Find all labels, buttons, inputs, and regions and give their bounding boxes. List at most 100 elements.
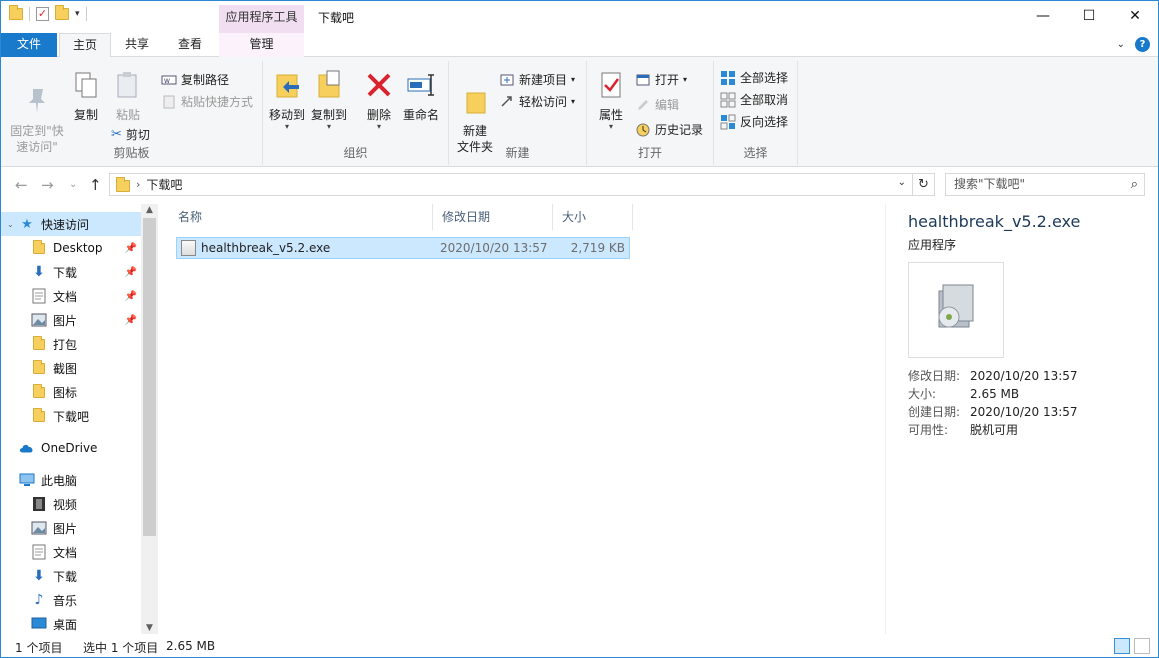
details-view-icon[interactable] (1114, 638, 1130, 654)
folder-icon (31, 335, 47, 352)
sidebar-item[interactable]: Desktop 📌 (1, 236, 141, 260)
cut-button[interactable]: ✂ 剪切 (111, 126, 150, 143)
copy-path-button[interactable]: W 复制路径 (161, 71, 229, 88)
sidebar-item[interactable]: 桌面 (1, 612, 141, 636)
forward-arrow-icon[interactable]: → (41, 176, 54, 194)
pin-icon[interactable]: 📌 (125, 291, 137, 302)
folder-icon[interactable] (9, 5, 23, 20)
sidebar-item[interactable]: 下载吧 (1, 404, 141, 428)
customize-dropdown-icon[interactable]: ▾ (75, 9, 80, 19)
chevron-down-icon[interactable]: ⌄ (1117, 39, 1125, 50)
paste-shortcut-label: 粘贴快捷方式 (181, 95, 254, 109)
close-button[interactable]: ✕ (1112, 1, 1158, 31)
search-input[interactable]: 搜索"下载吧" ⌕ (945, 173, 1145, 196)
cut-label: 剪切 (125, 128, 150, 142)
computer-icon (19, 472, 35, 488)
search-placeholder: 搜索"下载吧" (954, 177, 1026, 191)
scroll-thumb[interactable] (143, 218, 156, 536)
detail-size-value: 2.65 MB (970, 387, 1020, 401)
tab-share[interactable]: 共享 (113, 33, 161, 57)
sidebar-item[interactable]: 文档 📌 (1, 284, 141, 308)
up-arrow-icon[interactable]: ↑ (89, 176, 102, 194)
properties-button[interactable]: 属性 ▾ (591, 69, 631, 131)
delete-button[interactable]: 删除 ▾ (361, 69, 397, 131)
edit-button[interactable]: 编辑 (635, 96, 679, 113)
large-icons-view-icon[interactable] (1134, 638, 1150, 654)
new-folder-icon[interactable] (55, 5, 69, 20)
tab-home[interactable]: 主页 (59, 33, 111, 58)
ribbon: 固定到"快 速访问" 复制 粘贴 W 复制路径 粘贴快捷方式 ✂ 剪切 剪贴板 … (1, 57, 1158, 167)
copy-button[interactable]: 复制 (69, 69, 103, 123)
history-button[interactable]: 历史记录 (635, 121, 703, 138)
column-header-date[interactable]: 修改日期 (433, 204, 553, 230)
select-all-button[interactable]: 全部选择 (720, 69, 788, 86)
pin-icon[interactable]: 📌 (125, 267, 137, 278)
scroll-down-icon[interactable]: ▼ (141, 623, 158, 633)
properties-check-icon[interactable]: ✓ (36, 7, 49, 21)
column-header-name[interactable]: 名称 (169, 204, 433, 230)
sidebar-item[interactable]: ⬇ 下载 📌 (1, 260, 141, 284)
status-selected-size: 2.65 MB (166, 639, 216, 653)
detail-availability: 可用性: 脱机可用 (908, 421, 1018, 438)
download-arrow-icon: ⬇ (33, 568, 45, 584)
new-group: 新建 文件夹 新建项目 ▾ 轻松访问 ▾ 新建 (449, 61, 587, 165)
sidebar-item[interactable]: ›OneDrive (1, 436, 141, 460)
sidebar-item[interactable]: 视频 (1, 492, 141, 516)
maximize-button[interactable]: ☐ (1066, 1, 1112, 31)
chevron-down-icon: ▾ (571, 97, 576, 106)
select-none-icon (720, 92, 736, 107)
sidebar-item[interactable]: ⌄ ★ 快速访问 (1, 212, 141, 236)
detail-created: 创建日期: 2020/10/20 13:57 (908, 403, 1078, 420)
search-icon[interactable]: ⌕ (1131, 174, 1138, 195)
minimize-button[interactable]: — (1020, 1, 1066, 31)
organize-group: 移动到 ▾ 复制到 ▾ 删除 ▾ 重命名 组织 (263, 61, 449, 165)
open-button[interactable]: 打开 ▾ (635, 71, 687, 88)
new-folder-button[interactable]: 新建 文件夹 (453, 69, 497, 155)
sidebar-item[interactable]: 图标 (1, 380, 141, 404)
nav-scrollbar[interactable]: ▲ ▼ (141, 204, 158, 634)
tab-manage[interactable]: 管理 (219, 33, 304, 57)
chevron-down-icon: ▾ (683, 75, 688, 84)
separator (85, 7, 87, 21)
sidebar-item[interactable]: 截图 (1, 356, 141, 380)
column-header-size[interactable]: 大小 (553, 204, 633, 230)
new-item-button[interactable]: 新建项目 ▾ (499, 71, 575, 88)
address-bar[interactable]: › 下载吧 ⌄ (109, 173, 913, 196)
open-group: 属性 ▾ 打开 ▾ 编辑 历史记录 打开 (587, 61, 714, 165)
pin-quick-access-button[interactable]: 固定到"快 速访问" (7, 69, 67, 155)
context-tab-header: 应用程序工具 (219, 5, 304, 33)
sidebar-item[interactable]: 图片 (1, 516, 141, 540)
table-row[interactable]: healthbreak_v5.2.exe 2020/10/20 13:57 2,… (176, 237, 630, 259)
address-dropdown-icon[interactable]: ⌄ (898, 177, 906, 188)
breadcrumb-chevron-icon[interactable]: › (136, 178, 140, 191)
breadcrumb-current[interactable]: 下载吧 (146, 176, 182, 193)
sidebar-item[interactable]: ›此电脑 (1, 468, 141, 492)
chevron-down-icon[interactable]: ⌄ (7, 220, 19, 229)
tab-file[interactable]: 文件 (1, 33, 57, 57)
move-to-button[interactable]: 移动到 ▾ (267, 69, 307, 131)
recent-dropdown-icon[interactable]: ⌄ (69, 179, 77, 190)
sidebar-item[interactable]: ⬇ 下载 (1, 564, 141, 588)
paste-shortcut-button[interactable]: 粘贴快捷方式 (161, 93, 253, 110)
scroll-up-icon[interactable]: ▲ (141, 205, 158, 215)
tab-view[interactable]: 查看 (165, 33, 215, 57)
easy-access-label: 轻松访问 (519, 95, 568, 109)
desktop-icon (31, 616, 47, 632)
sidebar-item-label: 文档 (53, 545, 78, 560)
select-none-button[interactable]: 全部取消 (720, 91, 788, 108)
refresh-button[interactable]: ↻ (913, 173, 935, 196)
pin-icon[interactable]: 📌 (125, 243, 137, 254)
sidebar-item[interactable]: 图片 📌 (1, 308, 141, 332)
paste-button[interactable]: 粘贴 (109, 69, 147, 123)
sidebar-item[interactable]: 打包 (1, 332, 141, 356)
easy-access-button[interactable]: 轻松访问 ▾ (499, 93, 575, 110)
help-icon[interactable]: ? (1135, 37, 1150, 52)
sidebar-item[interactable]: 文档 (1, 540, 141, 564)
back-arrow-icon[interactable]: ← (15, 176, 28, 194)
rename-button[interactable]: 重命名 (399, 69, 443, 123)
pin-icon[interactable]: 📌 (125, 315, 137, 326)
copy-to-button[interactable]: 复制到 ▾ (309, 69, 349, 131)
address-row: ← → ⌄ ↑ › 下载吧 ⌄ ↻ 搜索"下载吧" ⌕ (1, 168, 1158, 200)
sidebar-item[interactable]: ♪ 音乐 (1, 588, 141, 612)
invert-selection-button[interactable]: 反向选择 (720, 113, 788, 130)
